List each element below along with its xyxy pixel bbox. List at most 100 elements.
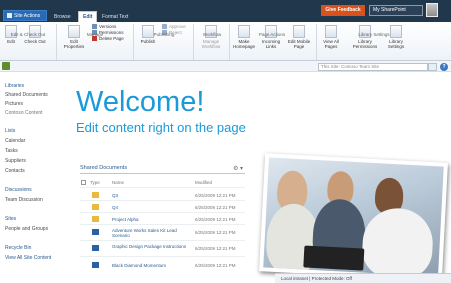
site-actions-menu[interactable]: Site Actions — [3, 10, 47, 21]
status-bar: Local intranet | Protected Mode: Off — [275, 273, 451, 283]
edit-mobile-page-label: Edit Mobile Page — [287, 39, 311, 49]
divider — [80, 240, 245, 241]
tab-edit[interactable]: Edit — [78, 11, 98, 22]
divider — [229, 24, 230, 60]
manage-workflow-label: Manage Workflow — [201, 39, 221, 49]
word-document-icon — [92, 229, 99, 235]
manage-workflow-button[interactable]: Manage Workflow — [196, 25, 226, 49]
tab-format-text[interactable]: Format Text — [98, 12, 132, 22]
word-document-icon — [92, 245, 99, 251]
divider — [316, 24, 317, 60]
divider — [193, 24, 194, 60]
search-input[interactable]: This Site: Contoso Team Site — [318, 63, 428, 71]
avatar[interactable] — [426, 3, 438, 17]
table-row[interactable]: Q3 — [112, 193, 118, 198]
check-out-label: Check Out — [24, 39, 46, 44]
site-actions-label: Site Actions — [14, 13, 41, 19]
group-page-actions: Page Actions — [258, 32, 286, 37]
row-modified: 6/25/2009 12:21 PM — [195, 217, 236, 222]
divider — [80, 200, 245, 201]
library-settings-label: Library Settings — [387, 39, 405, 49]
nav-people-groups[interactable]: People and Groups — [5, 226, 48, 232]
divider — [80, 224, 245, 225]
column-type[interactable]: Type — [90, 180, 100, 185]
versions-label: Versions — [99, 24, 117, 29]
library-permissions-label: Library Permissions — [352, 39, 378, 49]
nav-contoso-content[interactable]: Contoso Content — [5, 110, 43, 116]
column-modified[interactable]: Modified — [195, 180, 212, 185]
nav-team-discussion[interactable]: Team Discussion — [5, 197, 43, 203]
select-all-checkbox[interactable] — [81, 180, 86, 185]
divider — [80, 187, 245, 188]
web-part-menu-icon[interactable]: ⚙ ▾ — [233, 165, 243, 172]
row-modified: 6/25/2009 12:21 PM — [195, 246, 236, 251]
site-actions-icon — [7, 13, 12, 18]
nav-libraries[interactable]: Libraries — [5, 83, 24, 89]
table-row[interactable]: Adventure Works Sales Kit Lead Scenario — [112, 228, 188, 238]
table-row[interactable]: Project Alpha — [112, 217, 139, 222]
library-permissions-button[interactable]: Library Permissions — [350, 25, 380, 49]
nav-sites[interactable]: Sites — [5, 216, 16, 222]
folder-icon — [92, 192, 99, 198]
give-feedback-button[interactable]: Give Feedback — [321, 5, 365, 16]
group-publishing: Publishing — [153, 32, 175, 37]
edit-mobile-page-button[interactable]: Edit Mobile Page — [285, 25, 313, 49]
nav-calendar[interactable]: Calendar — [5, 138, 25, 144]
edit-label: Edit — [7, 39, 15, 44]
edit-properties-label: Edit Properties — [63, 39, 85, 49]
row-modified: 6/25/2009 12:21 PM — [195, 205, 236, 210]
make-homepage-button[interactable]: Make Homepage — [231, 25, 257, 49]
row-modified: 6/25/2009 12:21 PM — [195, 263, 236, 268]
nav-tasks[interactable]: Tasks — [5, 148, 18, 154]
team-photo — [259, 153, 448, 281]
group-edit-checkout: Edit & Check Out — [10, 32, 46, 37]
approve-label: Approve — [169, 24, 186, 29]
divider — [80, 212, 245, 213]
page-subtitle[interactable]: Edit content right on the page — [76, 120, 246, 135]
column-name[interactable]: Name — [112, 180, 124, 185]
divider — [80, 256, 245, 257]
nav-view-all-site-content[interactable]: View All Site Content — [5, 255, 51, 261]
nav-contacts[interactable]: Contacts — [5, 168, 25, 174]
photo-image — [263, 157, 444, 277]
page-title[interactable]: Welcome! — [76, 86, 204, 118]
person-shape — [360, 206, 435, 277]
folder-icon — [92, 204, 99, 210]
tab-browse[interactable]: Browse — [50, 12, 75, 22]
nav-discussions[interactable]: Discussions — [5, 187, 32, 193]
word-document-icon — [92, 262, 99, 268]
divider — [133, 24, 134, 60]
group-manage: Manage — [86, 32, 104, 37]
laptop-shape — [303, 245, 365, 271]
approve-icon — [162, 24, 167, 29]
nav-pictures[interactable]: Pictures — [5, 101, 23, 107]
pages-icon — [325, 25, 337, 38]
nav-lists[interactable]: Lists — [5, 128, 15, 134]
group-library-settings: Library Settings — [358, 32, 390, 37]
shared-documents-title[interactable]: Shared Documents — [80, 165, 127, 171]
make-homepage-label: Make Homepage — [232, 39, 255, 49]
divider — [80, 173, 245, 174]
table-row[interactable]: Q4 — [112, 205, 118, 210]
incoming-links-label: Incoming Links — [261, 39, 281, 49]
user-menu[interactable]: My SharePoint — [369, 5, 423, 16]
nav-recycle-bin[interactable]: Recycle Bin — [5, 245, 31, 251]
table-row[interactable]: Graphic Design Package Instructions — [112, 244, 188, 249]
divider — [56, 24, 57, 60]
search-icon[interactable] — [428, 63, 437, 71]
left-navigation: Libraries Shared Documents Pictures Cont… — [0, 73, 68, 283]
versions-icon — [92, 24, 97, 29]
row-modified: 6/25/2009 12:21 PM — [195, 230, 236, 235]
incoming-links-button[interactable]: Incoming Links — [258, 25, 284, 49]
publish-label: Publish — [140, 39, 156, 44]
nav-shared-documents[interactable]: Shared Documents — [5, 92, 48, 98]
view-all-pages-button[interactable]: View All Pages — [320, 25, 342, 49]
edit-properties-button[interactable]: Edit Properties — [60, 25, 88, 49]
library-settings-button[interactable]: Library Settings — [383, 25, 409, 49]
group-workflow: Workflow — [202, 32, 222, 37]
help-icon[interactable]: ? — [440, 63, 448, 71]
row-modified: 6/25/2009 12:21 PM — [195, 193, 236, 198]
nav-suppliers[interactable]: Suppliers — [5, 158, 26, 164]
table-row[interactable]: Black Diamond Momentum — [112, 263, 166, 268]
site-logo-icon[interactable] — [2, 62, 10, 70]
